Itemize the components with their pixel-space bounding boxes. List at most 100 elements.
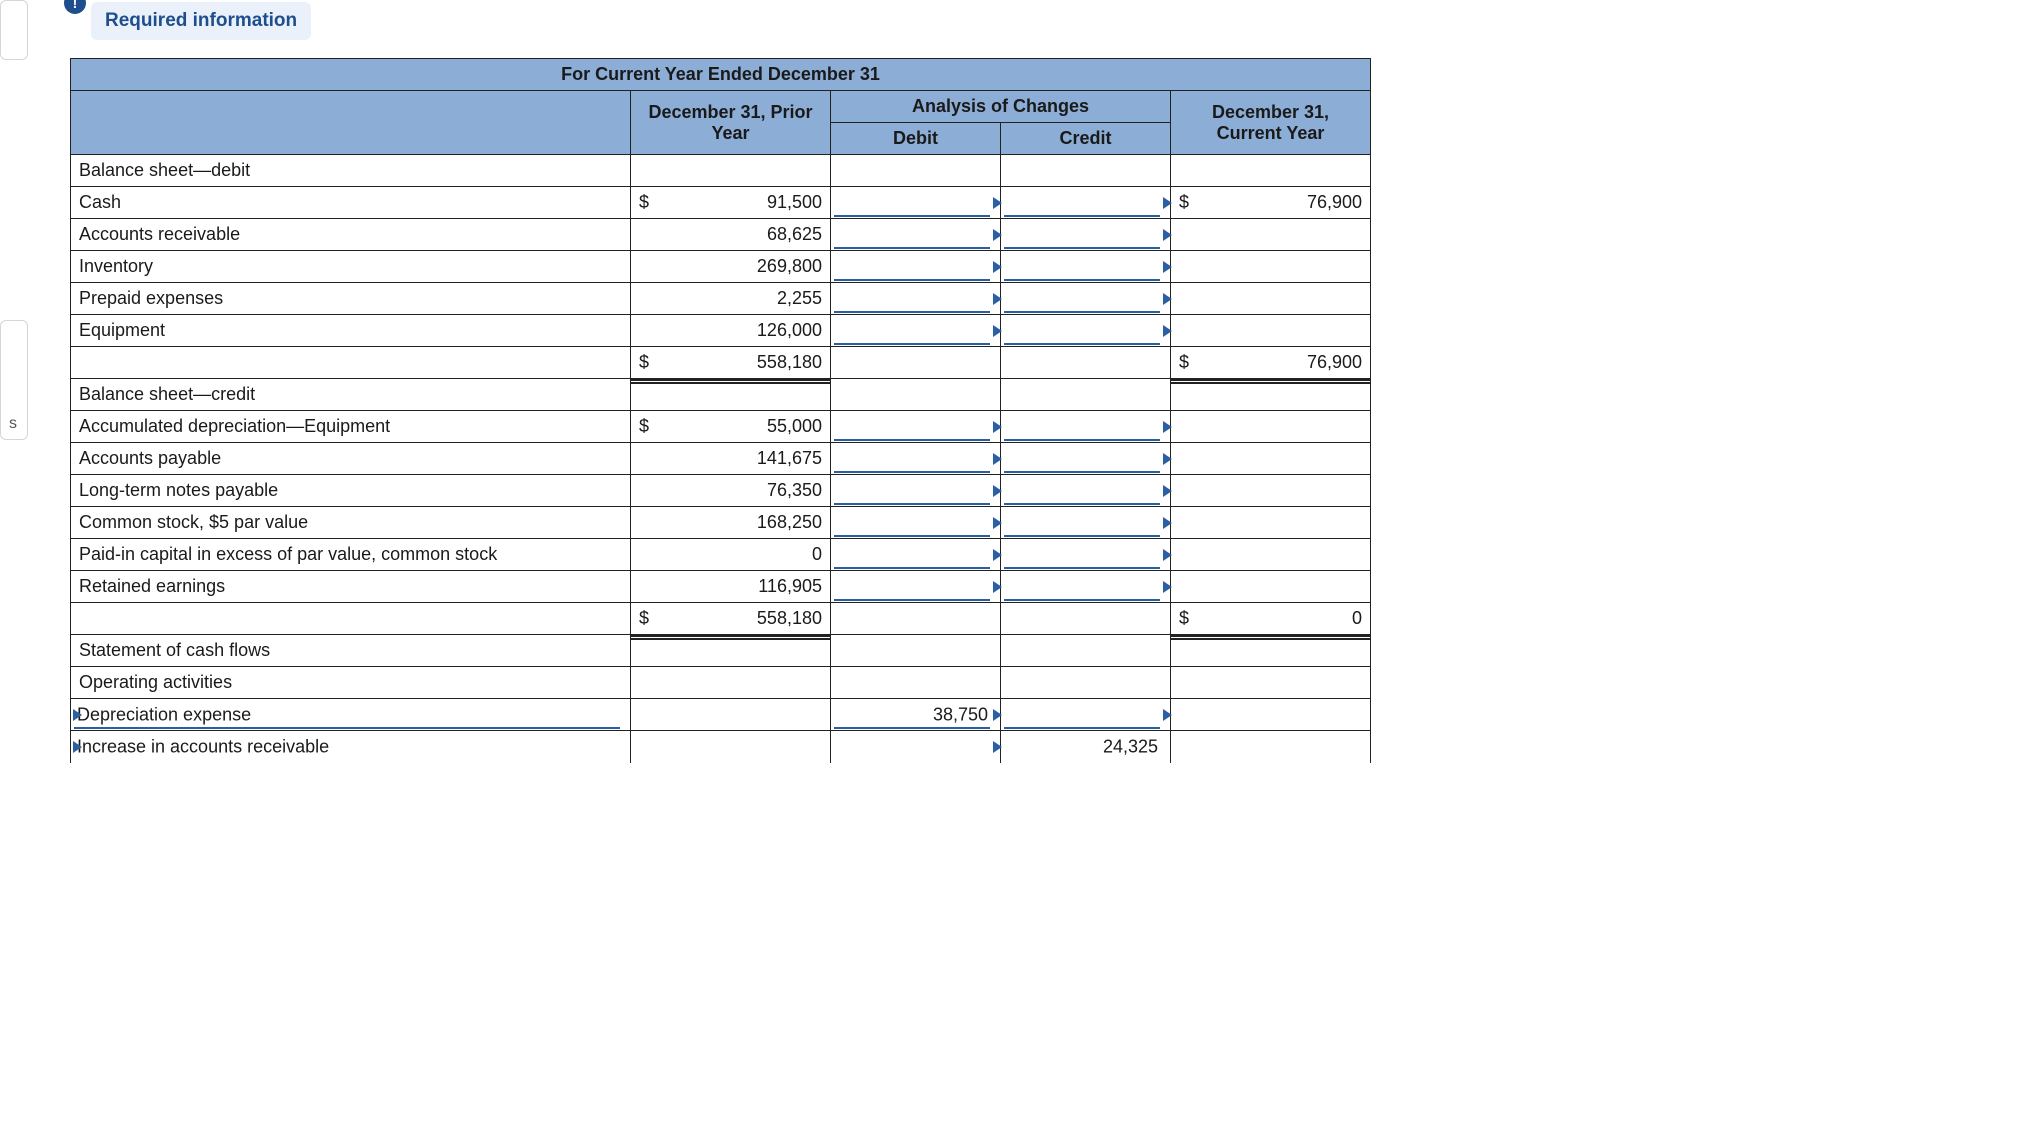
- credit-input[interactable]: [1001, 507, 1171, 539]
- row-label: Equipment: [71, 315, 631, 347]
- row-paid-in-capital: Paid-in capital in excess of par value, …: [71, 539, 1371, 571]
- required-information-button[interactable]: Required information: [91, 2, 311, 40]
- debit-input[interactable]: [831, 187, 1001, 219]
- credit-input[interactable]: [1001, 699, 1171, 731]
- section-label: Operating activities: [71, 667, 631, 699]
- debit-input[interactable]: [831, 315, 1001, 347]
- required-information-label: Required information: [105, 10, 297, 32]
- credit-input[interactable]: [1001, 571, 1171, 603]
- prior-value: 126,000: [671, 315, 831, 347]
- row-credit-total: $ 558,180 $ 0: [71, 603, 1371, 635]
- debit-input[interactable]: [831, 507, 1001, 539]
- credit-input[interactable]: [1001, 219, 1171, 251]
- row-label: Long-term notes payable: [71, 475, 631, 507]
- credit-input[interactable]: [1001, 475, 1171, 507]
- credit-input[interactable]: [1001, 283, 1171, 315]
- row-label: Accounts payable: [71, 443, 631, 475]
- row-equipment: Equipment 126,000: [71, 315, 1371, 347]
- dropdown-arrow-icon: [1163, 709, 1172, 721]
- row-label-select[interactable]: Depreciation expense: [71, 699, 631, 731]
- dropdown-arrow-icon: [1163, 549, 1172, 561]
- dropdown-arrow-icon: [1163, 197, 1172, 209]
- currency-symbol: $: [631, 187, 671, 219]
- dropdown-arrow-icon: [1163, 325, 1172, 337]
- row-label: Cash: [71, 187, 631, 219]
- debit-input[interactable]: [831, 443, 1001, 475]
- dropdown-arrow-icon: [1163, 293, 1172, 305]
- credit-input[interactable]: [1001, 539, 1171, 571]
- row-depreciation-expense: Depreciation expense 38,750: [71, 699, 1371, 731]
- debit-input[interactable]: [831, 571, 1001, 603]
- debit-input[interactable]: [831, 251, 1001, 283]
- dropdown-arrow-icon: [73, 741, 82, 753]
- debit-input[interactable]: [831, 539, 1001, 571]
- prior-value: 91,500: [671, 187, 831, 219]
- debit-input[interactable]: [831, 283, 1001, 315]
- section-row-operating-activities: Operating activities: [71, 667, 1371, 699]
- credit-input[interactable]: [1001, 187, 1171, 219]
- row-retained-earnings: Retained earnings 116,905: [71, 571, 1371, 603]
- table-header: For Current Year Ended December 31 Decem…: [71, 59, 1371, 155]
- debit-input[interactable]: [831, 731, 1001, 763]
- currency-symbol: $: [631, 603, 671, 635]
- section-row-scf: Statement of cash flows: [71, 635, 1371, 667]
- dropdown-arrow-icon: [1163, 229, 1172, 241]
- dropdown-arrow-icon: [1163, 517, 1172, 529]
- row-label: Accounts receivable: [71, 219, 631, 251]
- row-label: Retained earnings: [71, 571, 631, 603]
- dropdown-arrow-icon: [1163, 453, 1172, 465]
- spreadsheet-worksheet: For Current Year Ended December 31 Decem…: [70, 58, 1371, 763]
- credit-input[interactable]: [1001, 315, 1171, 347]
- section-label: Balance sheet—credit: [71, 379, 631, 411]
- current-total: 0: [1211, 603, 1371, 635]
- col-credit: Credit: [1001, 123, 1171, 155]
- credit-input[interactable]: [1001, 443, 1171, 475]
- credit-input[interactable]: 24,325: [1001, 731, 1171, 763]
- info-icon: !: [64, 0, 86, 14]
- prior-value: 269,800: [671, 251, 831, 283]
- prior-value: 2,255: [671, 283, 831, 315]
- currency-symbol: $: [1171, 603, 1211, 635]
- credit-input[interactable]: [1001, 251, 1171, 283]
- prior-total: 558,180: [671, 347, 831, 379]
- current-total: 76,900: [1211, 347, 1371, 379]
- row-label: Accumulated depreciation—Equipment: [71, 411, 631, 443]
- debit-input[interactable]: [831, 475, 1001, 507]
- section-row-bs-credit: Balance sheet—credit: [71, 379, 1371, 411]
- row-label: Common stock, $5 par value: [71, 507, 631, 539]
- currency-symbol: $: [631, 411, 671, 443]
- debit-input[interactable]: [831, 219, 1001, 251]
- prior-value: 141,675: [671, 443, 831, 475]
- debit-input[interactable]: 38,750: [831, 699, 1001, 731]
- row-label: Paid-in capital in excess of par value, …: [71, 539, 631, 571]
- section-row-bs-debit: Balance sheet—debit: [71, 155, 1371, 187]
- section-label: Statement of cash flows: [71, 635, 631, 667]
- row-common-stock: Common stock, $5 par value 168,250: [71, 507, 1371, 539]
- sidebar-card-fragment: s: [0, 320, 28, 440]
- row-debit-total: $ 558,180 $ 76,900: [71, 347, 1371, 379]
- row-increase-in-ar: Increase in accounts receivable 24,325: [71, 731, 1371, 763]
- col-analysis: Analysis of Changes: [831, 91, 1171, 123]
- row-accounts-receivable: Accounts receivable 68,625: [71, 219, 1371, 251]
- dropdown-arrow-icon: [1163, 421, 1172, 433]
- row-label: Prepaid expenses: [71, 283, 631, 315]
- row-accumulated-depreciation: Accumulated depreciation—Equipment $ 55,…: [71, 411, 1371, 443]
- row-accounts-payable: Accounts payable 141,675: [71, 443, 1371, 475]
- row-prepaid-expenses: Prepaid expenses 2,255: [71, 283, 1371, 315]
- section-label: Balance sheet—debit: [71, 155, 631, 187]
- debit-input[interactable]: [831, 411, 1001, 443]
- currency-symbol: $: [631, 347, 671, 379]
- row-label: Inventory: [71, 251, 631, 283]
- row-cash: Cash $ 91,500 $ 76,900: [71, 187, 1371, 219]
- dropdown-arrow-icon: [1163, 485, 1172, 497]
- col-description: [71, 91, 631, 155]
- current-value: 76,900: [1211, 187, 1371, 219]
- left-sidebar-fragments: s: [0, 0, 40, 763]
- prior-value: 168,250: [671, 507, 831, 539]
- credit-input[interactable]: [1001, 411, 1171, 443]
- prior-value: 0: [671, 539, 831, 571]
- prior-value: 116,905: [671, 571, 831, 603]
- row-label-select[interactable]: Increase in accounts receivable: [71, 731, 631, 763]
- col-debit: Debit: [831, 123, 1001, 155]
- col-current-year: December 31, Current Year: [1171, 91, 1371, 155]
